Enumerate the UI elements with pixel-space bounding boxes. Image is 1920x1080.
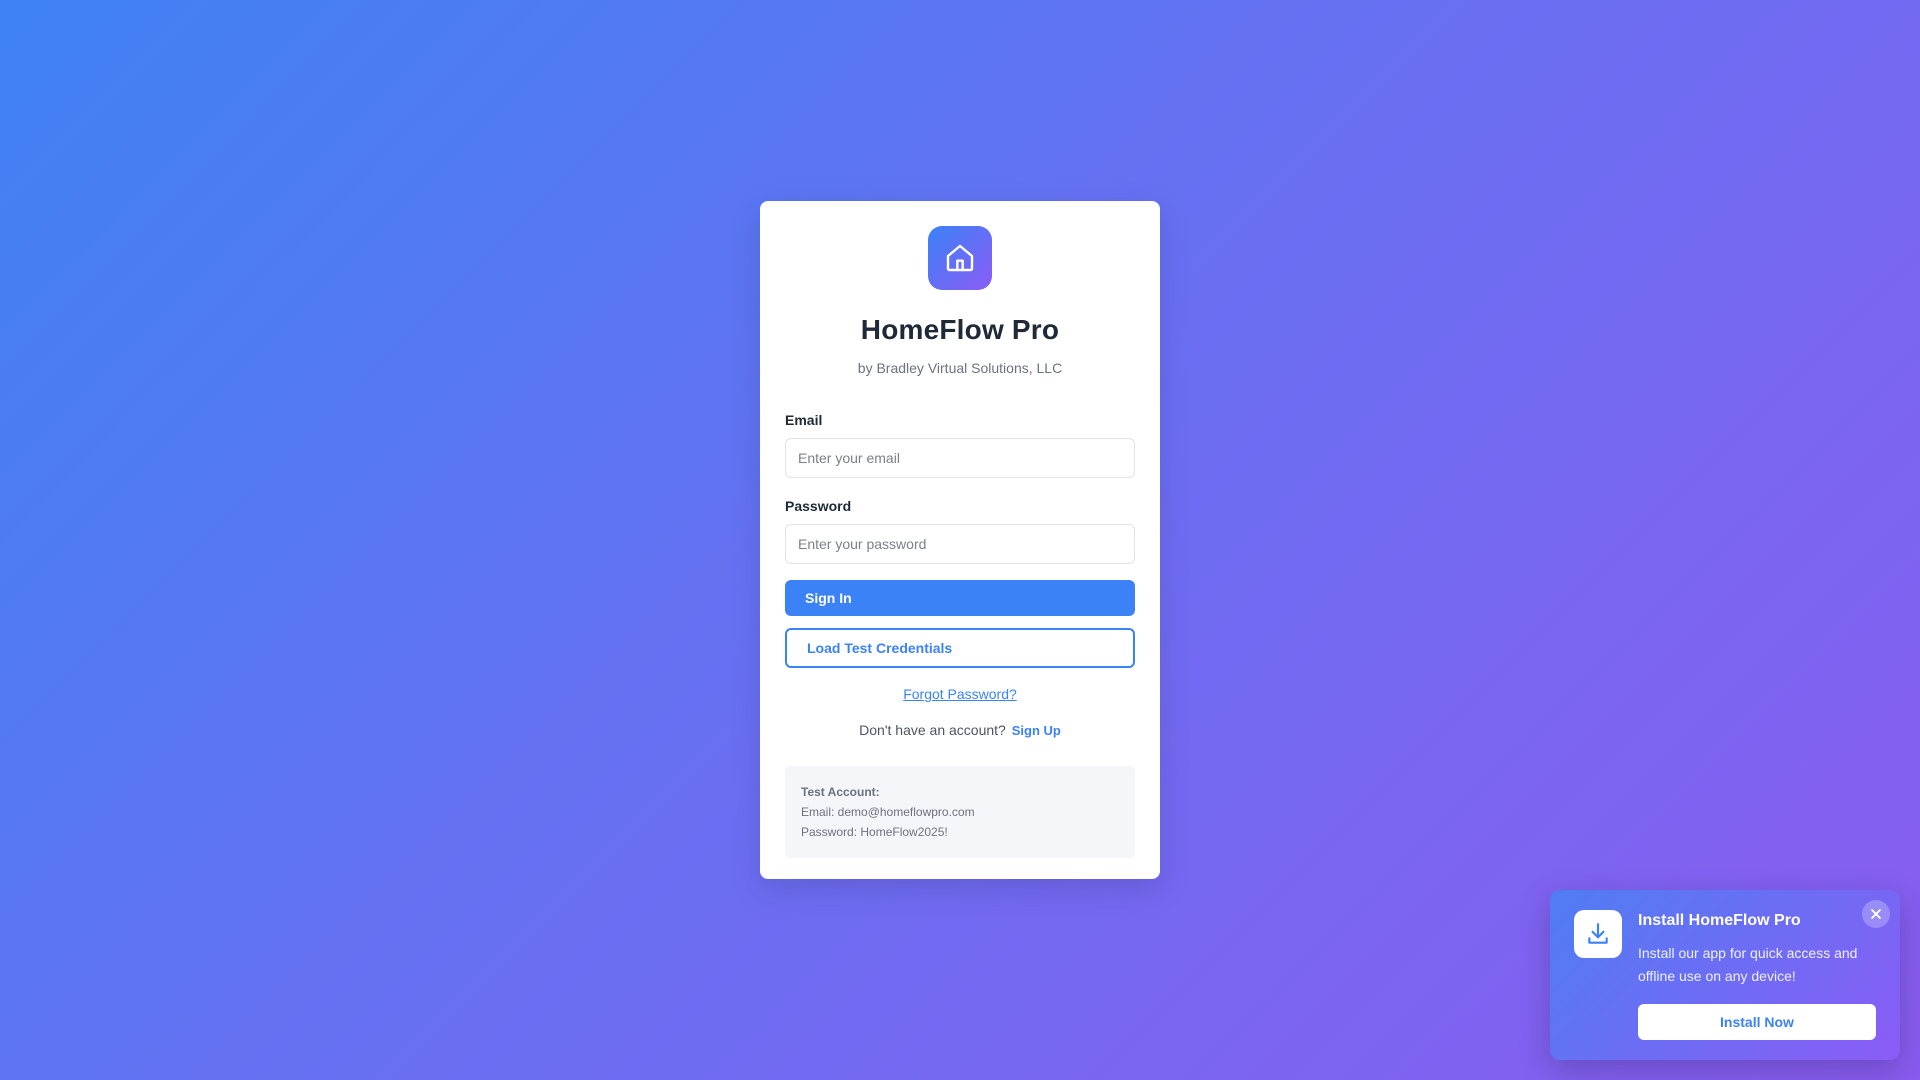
install-title: Install HomeFlow Pro [1638, 912, 1801, 929]
download-icon [1588, 923, 1608, 944]
sign-up-link[interactable]: Sign Up [1012, 723, 1061, 738]
install-prompt: Install HomeFlow Pro Install our app for… [1550, 890, 1900, 1060]
email-input[interactable] [785, 438, 1135, 478]
app-title: HomeFlow Pro [860, 314, 1060, 345]
password-input[interactable] [785, 524, 1135, 564]
signup-row: Don't have an account? Sign Up [785, 722, 1135, 738]
test-account-email: Email: demo@homeflowpro.com [801, 805, 975, 819]
home-icon [946, 244, 974, 272]
load-test-credentials-button[interactable]: Load Test Credentials [785, 628, 1135, 668]
email-label: Email [785, 412, 823, 428]
password-label: Password [785, 498, 852, 514]
install-now-button[interactable]: Install Now [1638, 1004, 1876, 1040]
close-icon [1871, 909, 1881, 919]
close-install-button[interactable] [1862, 900, 1890, 928]
app-logo [928, 226, 992, 290]
install-description: Install our app for quick access and off… [1638, 945, 1858, 984]
login-card: HomeFlow Pro by Bradley Virtual Solution… [760, 201, 1160, 879]
install-icon-box [1574, 910, 1622, 958]
signup-prompt: Don't have an account? [859, 722, 1006, 738]
sign-in-button[interactable]: Sign In [785, 580, 1135, 616]
test-account-title: Test Account: [801, 785, 880, 799]
test-account-box: Test Account: Email: demo@homeflowpro.co… [785, 766, 1135, 858]
test-account-password: Password: HomeFlow2025! [801, 825, 948, 839]
app-subtitle: by Bradley Virtual Solutions, LLC [857, 360, 1063, 376]
forgot-password-link[interactable]: Forgot Password? [785, 686, 1135, 702]
